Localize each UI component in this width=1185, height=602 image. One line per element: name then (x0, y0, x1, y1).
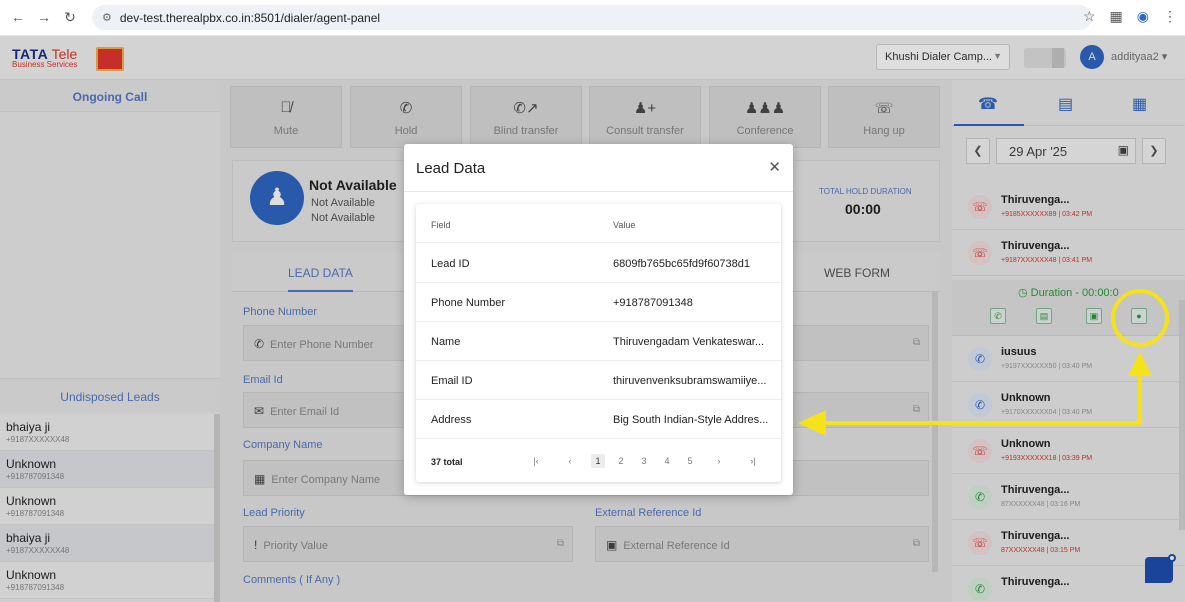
table-row: Address Big South Indian-Style Addres... (416, 400, 781, 439)
next-page-icon[interactable]: › (712, 454, 726, 468)
browser-menu-icon[interactable]: ⋮ (1163, 8, 1177, 25)
bookmark-star-icon[interactable]: ☆ (1083, 8, 1096, 25)
previous-page-icon[interactable]: ‹ (563, 454, 577, 468)
page-2-button[interactable]: 2 (614, 454, 628, 468)
table-row: Lead ID 6809fb765bc65fd9f60738d1 (416, 244, 781, 283)
browser-toolbar: ← → ↻ ⚙ dev-test.therealpbx.co.in:8501/d… (0, 0, 1185, 36)
browser-actions: ☆ ▦ ◉ ⋮ (1083, 8, 1177, 25)
reload-icon[interactable]: ↻ (62, 9, 78, 26)
address-bar[interactable]: ⚙ dev-test.therealpbx.co.in:8501/dialer/… (92, 5, 1092, 30)
lead-data-table: Field Value Lead ID 6809fb765bc65fd9f607… (416, 204, 781, 482)
modal-header: Lead Data ✕ (404, 144, 793, 192)
close-icon[interactable]: ✕ (768, 158, 781, 176)
table-row: Email ID thiruvenvenksubramswamiiye... (416, 361, 781, 400)
column-header-value: Value (613, 220, 636, 230)
browser-nav: ← → ↻ (10, 9, 78, 26)
pagination: 37 total |‹ ‹ 1 2 3 4 5 › ›| (416, 442, 781, 482)
site-settings-icon[interactable]: ⚙ (102, 11, 112, 24)
page-4-button[interactable]: 4 (660, 454, 674, 468)
last-page-icon[interactable]: ›| (746, 454, 760, 468)
modal-title: Lead Data (416, 160, 486, 177)
table-row: Phone Number +918787091348 (416, 283, 781, 322)
page-5-button[interactable]: 5 (683, 454, 697, 468)
page-1-button[interactable]: 1 (591, 454, 605, 468)
table-row: Name Thiruvengadam Venkateswar... (416, 322, 781, 361)
back-icon[interactable]: ← (10, 9, 26, 26)
profile-icon[interactable]: ◉ (1137, 8, 1149, 25)
first-page-icon[interactable]: |‹ (529, 454, 543, 468)
column-header-field: Field (431, 220, 451, 230)
total-count: 37 total (431, 457, 463, 467)
page-3-button[interactable]: 3 (637, 454, 651, 468)
table-header-row: Field Value (416, 204, 781, 243)
extensions-icon[interactable]: ▦ (1110, 8, 1123, 25)
url-text: dev-test.therealpbx.co.in:8501/dialer/ag… (119, 10, 381, 25)
forward-icon[interactable]: → (36, 9, 52, 26)
lead-data-modal: Lead Data ✕ Field Value Lead ID 6809fb76… (404, 144, 793, 495)
